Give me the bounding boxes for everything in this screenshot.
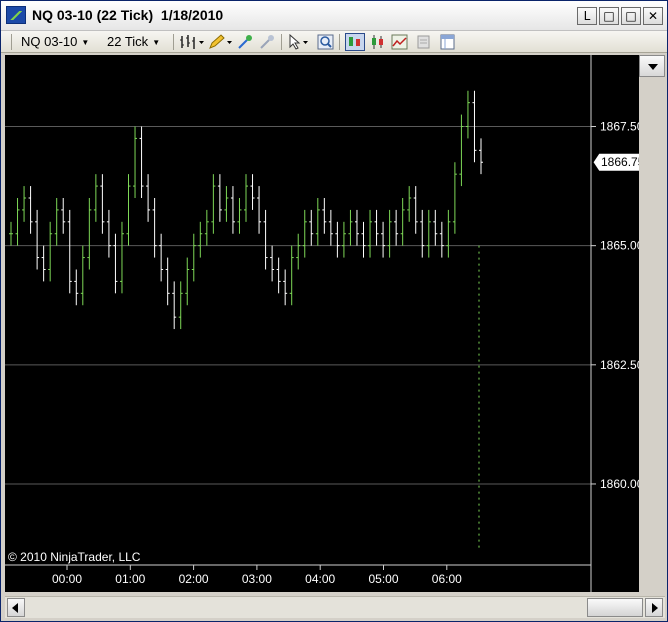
- last-price-label: 1866.75: [601, 155, 643, 169]
- time-tick-label: 01:00: [115, 572, 145, 586]
- indicator-icon[interactable]: [391, 34, 408, 50]
- time-tick-label: 02:00: [179, 572, 209, 586]
- price-tick-label: 1867.50: [600, 119, 643, 133]
- ninjatrader-app-icon: [6, 6, 26, 24]
- price-tick-label: 1862.50: [600, 358, 643, 372]
- grid-lines: [5, 125, 591, 485]
- window-title: NQ 03-10 (22 Tick) 1/18/2010: [32, 7, 224, 23]
- chart-type-icon[interactable]: [179, 34, 205, 50]
- copyright-text: © 2010 NinjaTrader, LLC: [8, 550, 141, 564]
- price-axis: 1867.50 1865.00 1862.50 1860.00 1866.75: [590, 55, 643, 592]
- price-chart[interactable]: 1867.50 1865.00 1862.50 1860.00 1866.75 00:0…: [5, 55, 643, 592]
- price-tick-label: 1865.00: [600, 239, 643, 253]
- time-tick-label: 00:00: [52, 572, 82, 586]
- last-price-marker: 1866.75: [592, 152, 643, 172]
- scroll-right-arrow-icon[interactable]: [645, 598, 663, 617]
- close-button[interactable]: ✕: [643, 7, 663, 25]
- time-tick-label: 04:00: [305, 572, 335, 586]
- time-tick-label: 06:00: [432, 572, 462, 586]
- chart-menu-dropdown-button[interactable]: [639, 55, 665, 77]
- toolbar-grip: [11, 34, 12, 50]
- toolbar-separator: [339, 34, 340, 50]
- drawing-pencil-icon[interactable]: [207, 34, 233, 50]
- price-chart-canvas[interactable]: 1867.50 1865.00 1862.50 1860.00 1866.75 00:0…: [5, 55, 643, 592]
- restore-button[interactable]: □: [599, 7, 619, 25]
- interval-selector[interactable]: 22 Tick ▼: [107, 33, 160, 51]
- chevron-down-icon: ▼: [152, 37, 161, 47]
- bar-style-icon[interactable]: [345, 33, 365, 51]
- horizontal-scrollbar[interactable]: [5, 596, 665, 618]
- time-axis: 00:00 01:00 02:00 03:00 04:00 05:00 06:00: [5, 564, 591, 586]
- zoom-icon[interactable]: [317, 34, 334, 50]
- time-tick-label: 05:00: [368, 572, 398, 586]
- minimize-button[interactable]: L: [577, 7, 597, 25]
- scroll-thumb[interactable]: [587, 598, 643, 617]
- scroll-left-arrow-icon[interactable]: [7, 598, 25, 617]
- interval-label: 22 Tick: [107, 34, 149, 49]
- instrument-label: NQ 03-10: [21, 34, 78, 49]
- panel-icon[interactable]: [439, 34, 456, 50]
- price-bars: [9, 90, 483, 551]
- maximize-button[interactable]: □: [621, 7, 641, 25]
- instrument-selector[interactable]: NQ 03-10 ▼: [21, 33, 89, 51]
- properties-icon[interactable]: [415, 34, 432, 50]
- chart-window: NQ 03-10 (22 Tick) 1/18/2010 L □ □ ✕ NQ …: [0, 0, 668, 622]
- toolbar-separator: [173, 34, 174, 50]
- chart-toolbar: NQ 03-10 ▼ 22 Tick ▼: [1, 31, 667, 53]
- price-tick-label: 1860.00: [600, 477, 643, 491]
- draw-marker-icon[interactable]: [237, 34, 254, 50]
- title-bar[interactable]: NQ 03-10 (22 Tick) 1/18/2010 L □ □ ✕: [1, 1, 667, 31]
- candle-style-icon[interactable]: [369, 34, 386, 50]
- strategy-icon[interactable]: [259, 34, 276, 50]
- chevron-down-icon: ▼: [81, 37, 90, 47]
- toolbar-separator: [281, 34, 282, 50]
- cursor-icon[interactable]: [287, 34, 313, 50]
- time-tick-label: 03:00: [242, 572, 272, 586]
- vertical-scroll-track: [639, 77, 665, 592]
